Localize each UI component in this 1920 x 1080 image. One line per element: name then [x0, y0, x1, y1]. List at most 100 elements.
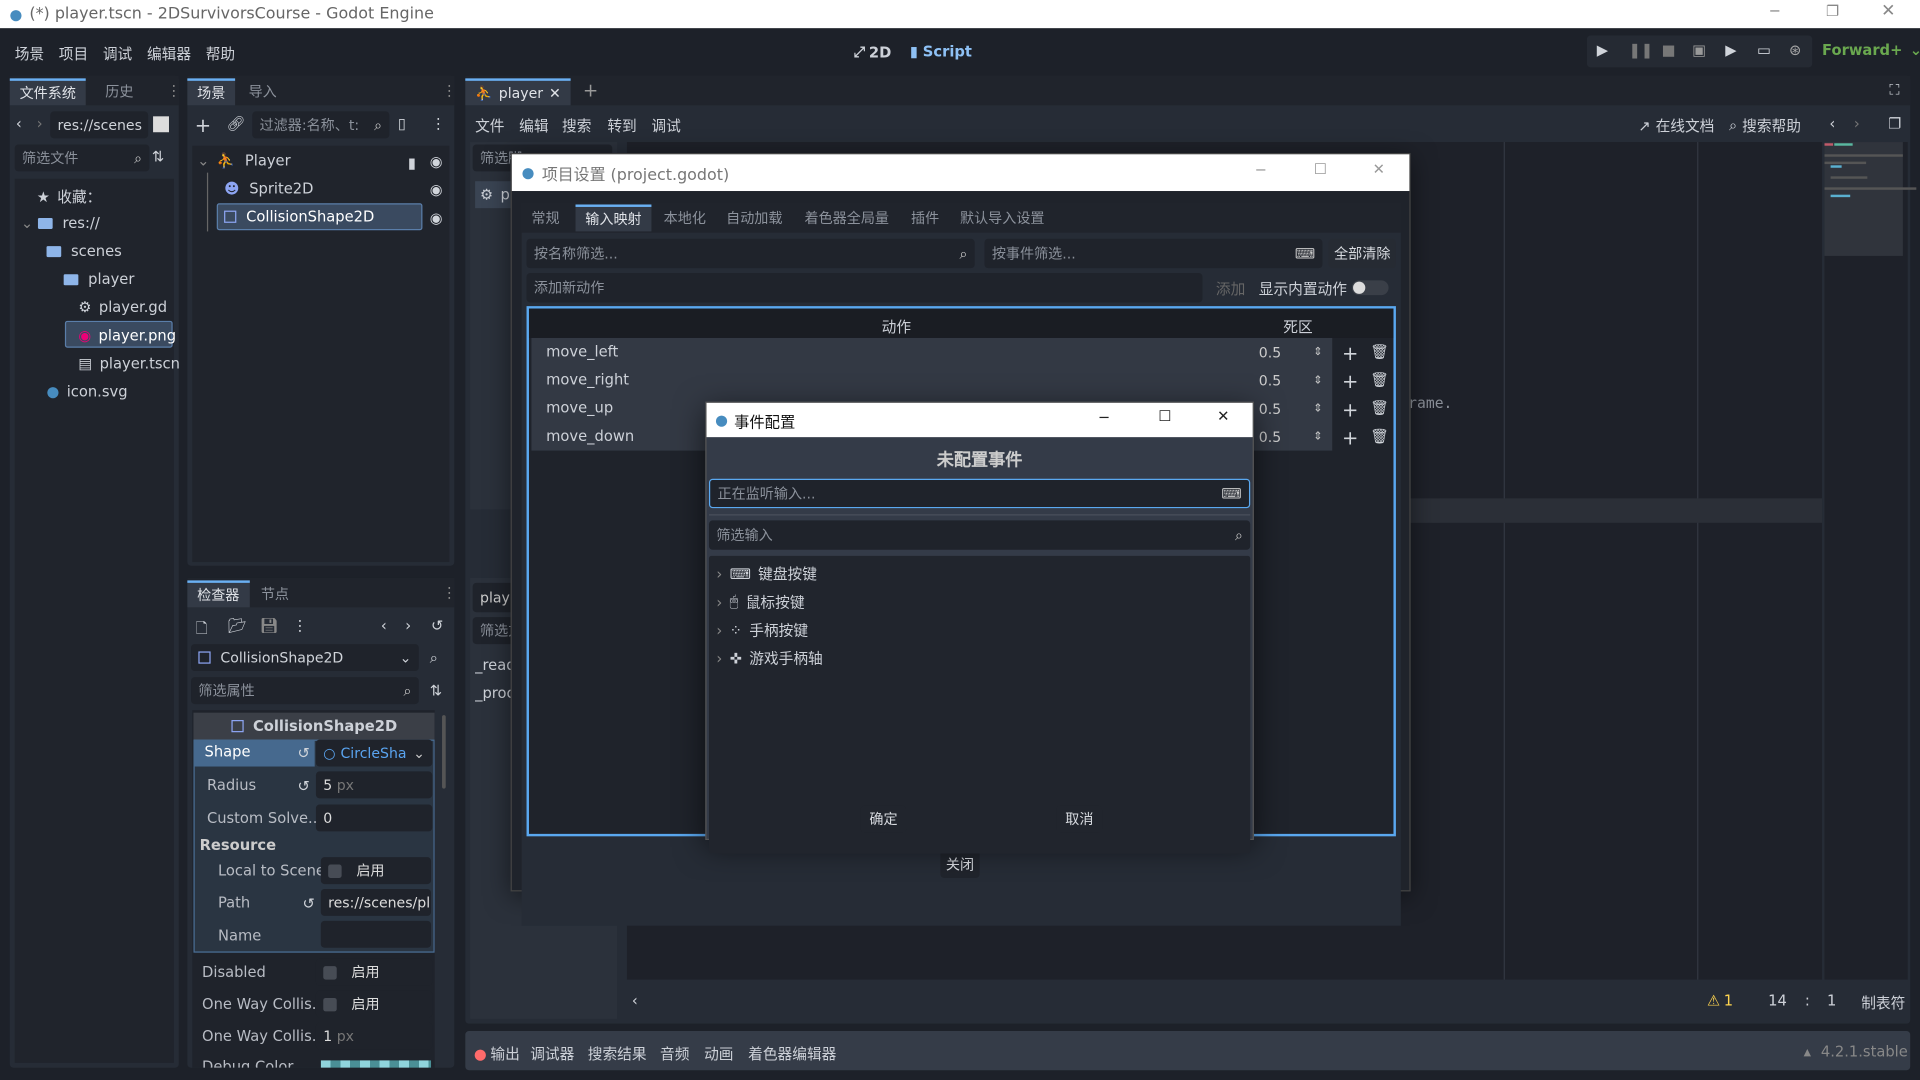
stepper-icon[interactable]: ⇕ [1313, 347, 1322, 359]
tab-shader-editor[interactable]: 着色器编辑器 [748, 1043, 836, 1064]
mode-script-button[interactable]: ▮ Script [910, 43, 972, 60]
tab-history[interactable]: 历史 [96, 78, 144, 105]
add-event-icon[interactable]: + [1342, 342, 1358, 365]
add-event-icon[interactable]: + [1342, 370, 1358, 393]
tab-search-results[interactable]: 搜索结果 [588, 1043, 647, 1064]
filter-files-input[interactable]: 筛选文件 ⌕ [14, 144, 150, 172]
tree-item-icon-svg[interactable]: ● icon.svg [47, 383, 128, 400]
debug-color-swatch[interactable] [320, 1060, 432, 1068]
save-icon[interactable]: 💾︎ [260, 617, 279, 634]
filter-inputs-input[interactable]: 筛选输入 ⌕ [708, 520, 1251, 550]
tree-item-res[interactable]: ⌄ res:// [21, 214, 100, 231]
add-event-icon[interactable]: + [1342, 426, 1358, 449]
more-icon[interactable]: ⋮ [431, 115, 446, 132]
menu-debug[interactable]: 调试 [103, 43, 132, 64]
disabled-checkbox[interactable]: 启用 [315, 958, 433, 986]
tab-audio[interactable]: 音频 [660, 1043, 689, 1064]
back-icon[interactable]: ‹ [16, 115, 22, 132]
fullscreen-icon[interactable]: ⛶ [1889, 81, 1899, 99]
close-dialog-button[interactable]: ✕ [1217, 408, 1229, 425]
stepper-icon[interactable]: ⇕ [1313, 403, 1322, 415]
close-tab-icon[interactable]: ✕ [549, 84, 561, 101]
clear-all-button[interactable]: 全部清除 [1328, 238, 1396, 269]
category-mouse[interactable]: › 🖱︎ 鼠标按键 [716, 591, 804, 612]
close-button[interactable]: 关闭 [940, 851, 980, 878]
editor-menu-search[interactable]: 搜索 [562, 115, 591, 136]
action-name[interactable]: move_down [546, 427, 634, 444]
minimize-button[interactable]: ─ [1770, 2, 1779, 19]
menu-help[interactable]: 帮助 [206, 43, 235, 64]
movie-maker-icon[interactable]: ⊛ [1789, 42, 1801, 59]
filter-by-name-input[interactable]: 按名称筛选... ⌕ [526, 238, 975, 269]
minimize-button[interactable]: ─ [1256, 162, 1265, 179]
settings-tab[interactable]: 常规 [522, 204, 570, 231]
tab-output[interactable]: ● 输出 [474, 1043, 520, 1064]
tab-inspector[interactable]: 检查器 [187, 580, 250, 608]
minimap[interactable] [1824, 142, 1917, 980]
menu-editor[interactable]: 编辑器 [147, 43, 191, 64]
object-selector[interactable]: CollisionShape2D ⌄ [191, 644, 419, 672]
action-name[interactable]: move_right [546, 371, 629, 388]
minimize-button[interactable]: ─ [1100, 409, 1109, 426]
filter-by-event-input[interactable]: 按事件筛选... ⌨ [984, 238, 1323, 269]
indent-mode[interactable]: 制表符 [1861, 992, 1905, 1013]
action-name[interactable]: move_left [546, 343, 618, 360]
scrollbar[interactable] [442, 715, 446, 789]
revert-icon[interactable]: ↺ [298, 778, 310, 795]
revert-icon[interactable]: ↺ [302, 895, 314, 912]
visibility-icon[interactable]: ◉ [430, 153, 443, 170]
restore-button[interactable]: ❐ [1826, 2, 1839, 19]
custom-solver-field[interactable]: 0 [315, 804, 433, 832]
history-back-icon[interactable]: ‹ [381, 617, 387, 634]
play-icon[interactable]: ▶ [1597, 42, 1608, 59]
new-resource-icon[interactable]: 🗋︎ [196, 617, 208, 643]
property-options-icon[interactable]: ⇅ [430, 682, 442, 699]
path-field[interactable]: res://scenes/pl [320, 888, 432, 916]
editor-menu-goto[interactable]: 转到 [607, 115, 636, 136]
delete-icon[interactable]: 🗑︎ [1370, 399, 1389, 416]
node-collisionshape2d[interactable]: CollisionShape2D [224, 208, 374, 225]
tab-filesystem[interactable]: 文件系统 [9, 78, 86, 106]
filter-properties-input[interactable]: 筛选属性 ⌕ [191, 677, 419, 705]
one-way-margin-field[interactable]: 1 px [315, 1022, 433, 1050]
play-custom-scene-icon[interactable]: ▭ [1757, 42, 1771, 59]
cancel-button[interactable]: 取消 [1056, 805, 1103, 833]
history-icon[interactable]: ↺ [431, 617, 443, 634]
float-window-icon[interactable]: ❐ [1888, 115, 1901, 132]
path-field[interactable]: res://scenes [50, 111, 149, 139]
tree-item-favorites[interactable]: ★ 收藏： [37, 186, 102, 207]
visibility-icon[interactable]: ◉ [430, 181, 443, 198]
node-sprite2d[interactable]: ☻ Sprite2D [224, 180, 313, 197]
delete-icon[interactable]: 🗑︎ [1370, 427, 1389, 444]
new-tab-icon[interactable]: + [583, 80, 598, 102]
category-joypad-axis[interactable]: › ✜ 游戏手柄轴 [716, 648, 822, 669]
forward-icon[interactable]: › [37, 115, 43, 132]
visibility-icon[interactable]: ◉ [430, 209, 443, 226]
ok-button[interactable]: 确定 [860, 805, 907, 833]
radius-field[interactable]: 5 px [315, 771, 433, 799]
search-help-button[interactable]: ⌕ 搜索帮助 [1729, 115, 1801, 136]
tab-player[interactable]: ⛹ player ✕ [465, 78, 571, 106]
add-node-icon[interactable]: + [195, 114, 211, 137]
tab-scene[interactable]: 场景 [187, 78, 236, 106]
category-keyboard[interactable]: › ⌨ 键盘按键 [716, 563, 817, 584]
deadzone-field[interactable]: 0.5 ⇕ [1251, 340, 1329, 364]
tab-debugger[interactable]: 调试器 [530, 1043, 574, 1064]
add-action-input[interactable]: 添加新动作 [526, 273, 1203, 303]
renderer-select[interactable]: Forward+ ⌄ [1822, 42, 1920, 59]
settings-tab[interactable]: 着色器全局量 [795, 204, 899, 231]
prev-script-icon[interactable]: ‹ [1829, 115, 1835, 132]
listen-input[interactable]: 正在监听输入... ⌨ [708, 478, 1251, 509]
one-way-collision-checkbox[interactable]: 启用 [315, 990, 433, 1018]
local-to-scene-checkbox[interactable]: 启用 [320, 857, 432, 885]
settings-tab[interactable]: 插件 [901, 204, 949, 231]
toggle-scripts-panel-icon[interactable]: ‹ [632, 992, 638, 1009]
history-forward-icon[interactable]: › [405, 617, 411, 634]
stepper-icon[interactable]: ⇕ [1313, 431, 1322, 443]
delete-icon[interactable]: 🗑︎ [1370, 343, 1389, 360]
tree-item-player-png[interactable]: ◉ player.png [78, 327, 176, 344]
delete-icon[interactable]: 🗑︎ [1370, 371, 1389, 388]
deadzone-field[interactable]: 0.5 ⇕ [1251, 397, 1329, 421]
tree-item-player-folder[interactable]: player [63, 271, 135, 288]
dock-menu-icon[interactable]: ⋮ [167, 82, 182, 99]
